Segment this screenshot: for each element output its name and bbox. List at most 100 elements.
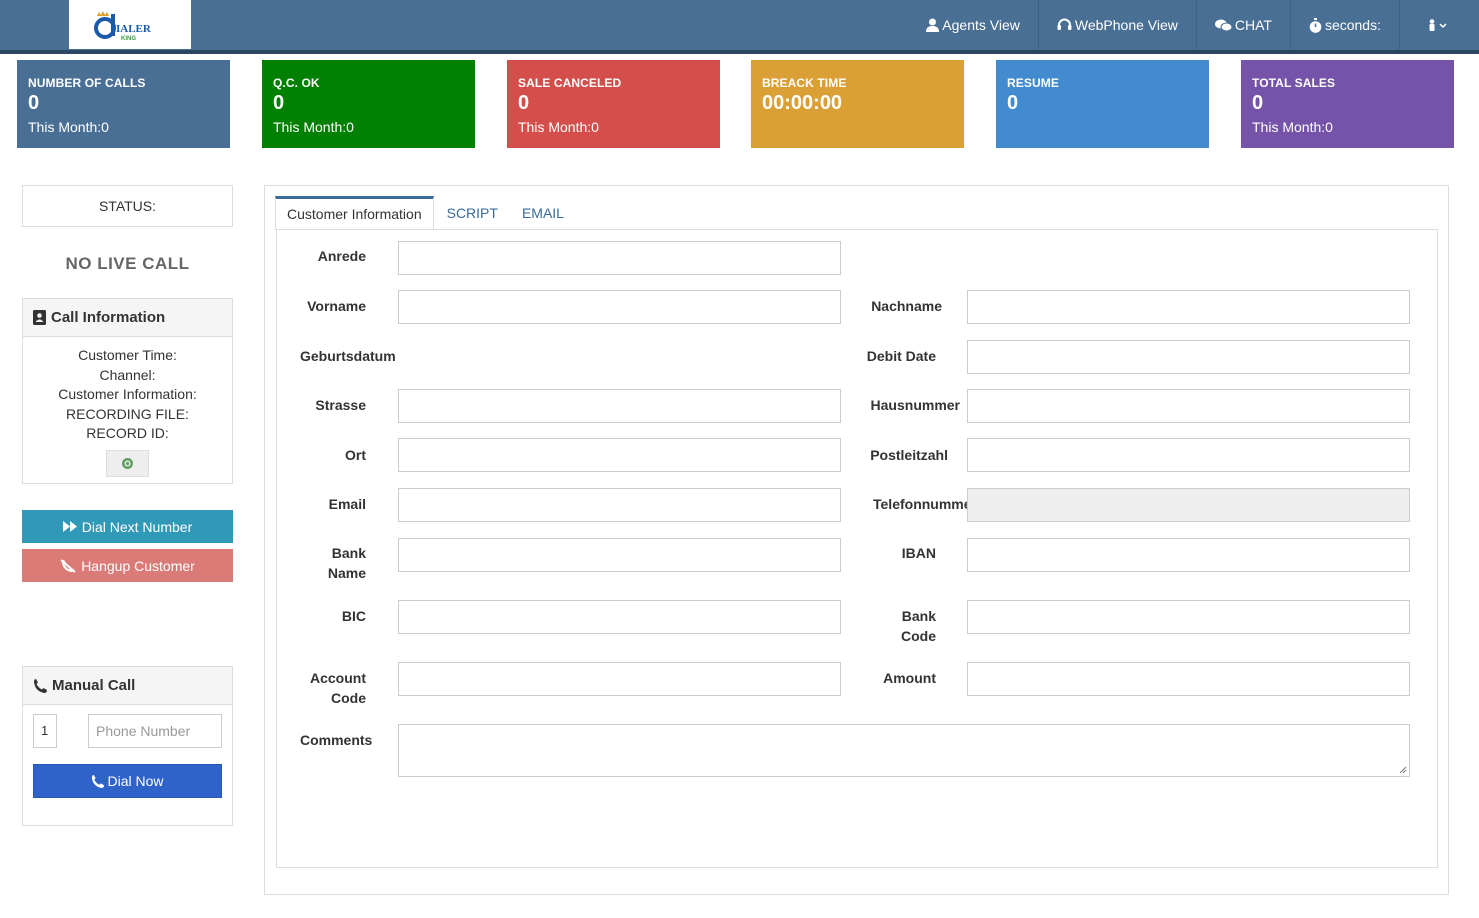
geburtsdatum-label: Geburtsdatum [300, 348, 396, 364]
stat-title: BREACK TIME [762, 76, 847, 90]
call-information-title: Call Information [51, 309, 166, 326]
stat-value: 0 [273, 92, 285, 114]
dial-next-number-button[interactable]: Dial Next Number [22, 510, 233, 543]
call-information-panel: Call Information Customer Time: Channel:… [22, 298, 233, 484]
debit-date-label: Debit Date [866, 348, 936, 364]
stat-title: NUMBER OF CALLS [28, 76, 146, 90]
manual-call-title: Manual Call [52, 677, 136, 694]
account-code-field[interactable] [398, 662, 841, 696]
stat-value: 00:00:00 [762, 92, 843, 114]
account-code-label-line1: Account [310, 670, 366, 686]
user-icon [926, 18, 940, 32]
account-code-label-line2: Code [331, 689, 366, 706]
hangup-customer-label: Hangup Customer [81, 557, 195, 574]
chat-link[interactable]: CHAT [1195, 0, 1290, 50]
manual-call-header: Manual Call [23, 667, 232, 705]
fast-forward-icon [62, 521, 78, 532]
stat-card-total-sales: TOTAL SALES 0 This Month:0 [1241, 60, 1454, 148]
bank-name-label-line1: Bank [331, 545, 366, 561]
anrede-label: Anrede [317, 248, 366, 264]
stat-sub: This Month:0 [518, 119, 599, 135]
agents-view-link[interactable]: Agents View [908, 0, 1038, 50]
stat-title: SALE CANCELED [518, 76, 622, 90]
bic-label: BIC [341, 608, 366, 624]
dial-now-button[interactable]: Dial Now [33, 764, 222, 798]
recording-file-label: RECORDING FILE: [66, 405, 189, 422]
seconds-label: seconds: [1324, 17, 1381, 33]
nachname-field[interactable] [967, 290, 1410, 324]
user-menu-toggle[interactable] [1399, 0, 1479, 50]
headset-icon [1057, 18, 1072, 32]
stat-card-qc-ok: Q.C. OK 0 This Month:0 [262, 60, 475, 148]
stopwatch-icon [1309, 17, 1322, 33]
comments-label: Comments [300, 732, 373, 748]
account-code-label: Account Code [290, 669, 366, 708]
bank-code-label-line1: Bank [901, 608, 936, 624]
ort-label: Ort [345, 447, 366, 463]
tab-customer-information[interactable]: Customer Information [275, 196, 434, 230]
record-id-label: RECORD ID: [86, 425, 169, 441]
svg-text:IALER: IALER [116, 23, 152, 35]
stat-title: TOTAL SALES [1252, 76, 1336, 90]
customer-time-label: Customer Time: [78, 347, 177, 363]
record-icon [122, 457, 133, 469]
bank-code-field[interactable] [967, 600, 1410, 634]
telefonnummer-field[interactable] [967, 488, 1410, 522]
stat-card-resume: RESUME 0 [996, 60, 1209, 148]
hausnummer-field[interactable] [967, 389, 1410, 423]
status-box: STATUS: [22, 185, 233, 227]
strasse-field[interactable] [398, 389, 841, 423]
iban-field[interactable] [967, 538, 1410, 572]
amount-field[interactable] [967, 662, 1410, 696]
comments-textarea[interactable] [398, 724, 1410, 777]
resize-handle-icon[interactable] [1399, 766, 1407, 774]
tab-email[interactable]: EMAIL [511, 196, 575, 230]
stat-title: Q.C. OK [273, 76, 320, 90]
customer-information-label: Customer Information: [58, 386, 197, 402]
stat-card-sale-canceled: SALE CANCELED 0 This Month:0 [507, 60, 720, 148]
webphone-view-link[interactable]: WebPhone View [1037, 0, 1196, 50]
telefonnummer-label: Telefonnumme [873, 496, 967, 512]
stat-sub: This Month:0 [273, 119, 354, 135]
stat-card-breack-time: BREACK TIME 00:00:00 [751, 60, 964, 148]
status-label: STATUS: [98, 198, 157, 214]
tab-script[interactable]: SCRIPT [436, 196, 509, 230]
bank-code-label: Bank Code [860, 607, 936, 646]
bic-field[interactable] [398, 600, 841, 634]
phone-icon [33, 678, 47, 693]
chat-label: CHAT [1234, 17, 1272, 33]
stat-value: 0 [1007, 92, 1019, 114]
nachname-label: Nachname [871, 298, 942, 314]
bank-name-field[interactable] [398, 538, 841, 572]
postleitzahl-field[interactable] [967, 438, 1410, 472]
iban-label: IBAN [901, 545, 936, 561]
chat-icon [1214, 19, 1232, 32]
ort-field[interactable] [398, 438, 841, 472]
dial-next-number-label: Dial Next Number [81, 518, 193, 535]
record-button[interactable] [106, 449, 149, 477]
form-tabs: Customer Information SCRIPT EMAIL [275, 196, 577, 230]
country-code-input[interactable]: 1 [33, 714, 57, 748]
no-live-call-text: NO LIVE CALL [65, 254, 190, 273]
vorname-field[interactable] [398, 290, 841, 324]
bank-name-label-line2: Name [327, 564, 366, 581]
phone-number-input[interactable]: Phone Number [88, 714, 222, 748]
stat-card-number-of-calls: NUMBER OF CALLS 0 This Month:0 [17, 60, 230, 148]
hausnummer-label: Hausnummer [870, 397, 960, 413]
email-label: Email [328, 496, 366, 512]
agents-view-label: Agents View [942, 17, 1020, 33]
top-navbar: IALER KING Agents View WebPhone View CHA… [0, 0, 1479, 54]
anrede-field[interactable] [398, 241, 841, 275]
channel-label: Channel: [99, 366, 156, 383]
svg-text:KING: KING [121, 36, 136, 42]
email-field[interactable] [398, 488, 841, 522]
vorname-label: Vorname [307, 298, 366, 314]
user-menu-icon [1428, 19, 1448, 31]
dialer-king-logo[interactable]: IALER KING [69, 0, 191, 49]
manual-call-panel: Manual Call 1 Phone Number Dial Now [22, 666, 233, 826]
hangup-customer-button[interactable]: Hangup Customer [22, 549, 233, 582]
stat-value: 0 [1252, 92, 1264, 114]
logo-icon: IALER KING [94, 11, 152, 42]
hangup-phone-icon [60, 558, 77, 573]
debit-date-field[interactable] [967, 340, 1410, 374]
